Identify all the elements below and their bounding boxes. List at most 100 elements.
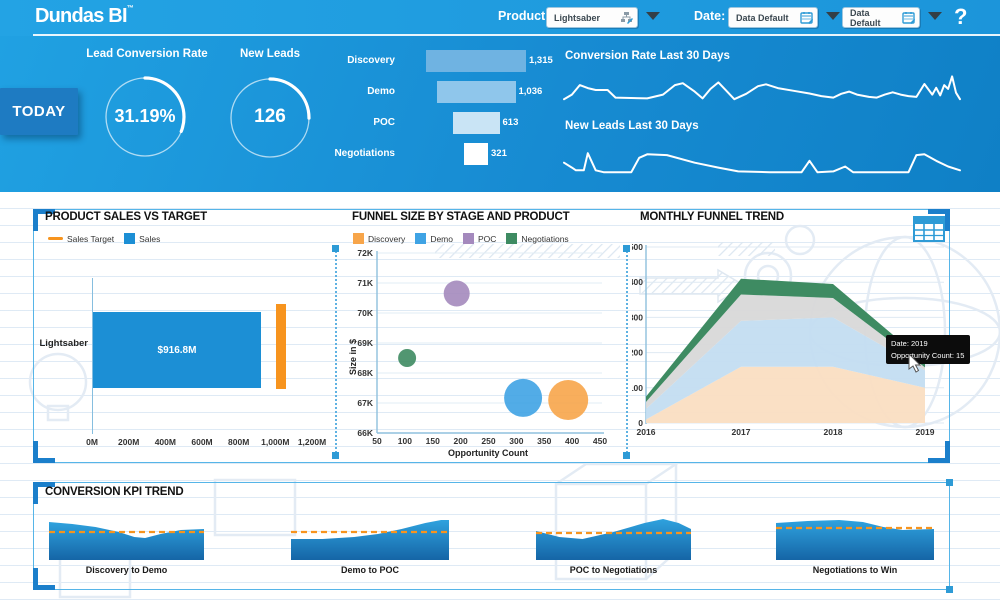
funnel-stage-bar[interactable] — [437, 81, 516, 103]
y-tick-label: 200 — [632, 348, 643, 358]
kpi-mini-chart-4[interactable] — [775, 513, 935, 565]
panel-resize-handle[interactable] — [946, 586, 953, 593]
calendar-icon — [800, 11, 813, 24]
sparkline-new-leads[interactable] — [563, 134, 963, 180]
tooltip-date: Date: 2019 — [891, 338, 965, 350]
sparkline-path — [564, 153, 960, 172]
x-tick-label: 100 — [398, 436, 412, 446]
help-button[interactable]: ? — [954, 4, 967, 30]
top-bar: Dundas BI™ Product: Lightsaber Date: Dat… — [0, 0, 1000, 36]
divider-handle[interactable] — [332, 245, 339, 252]
legend-label: Sales — [139, 234, 160, 244]
x-tick-label: 150 — [426, 436, 440, 446]
funnel-stage-bar[interactable] — [453, 112, 500, 134]
x-tick-label: 50 — [372, 436, 382, 446]
lead-funnel: Discovery1,315Demo1,036POC613Negotiation… — [330, 50, 580, 174]
date-dropdown-2[interactable]: Data Default — [842, 7, 920, 28]
legend-swatch — [48, 237, 63, 240]
legend-swatch — [353, 233, 364, 244]
legend-item-sales-target[interactable]: Sales Target — [48, 234, 114, 244]
funnel-stage-value: 1,315 — [529, 50, 553, 72]
date-dropdown-1[interactable]: Data Default — [728, 7, 818, 28]
funnel-stage-label: Demo — [330, 81, 395, 103]
legend-item-poc[interactable]: POC — [463, 233, 496, 244]
today-button[interactable]: TODAY — [0, 88, 78, 135]
sparkline-path — [564, 76, 960, 99]
x-axis-title: Opportunity Count — [448, 448, 528, 458]
x-tick-label: 2018 — [824, 427, 843, 437]
legend-label: Discovery — [368, 234, 405, 244]
category-label: Lightsaber — [39, 338, 88, 349]
x-tick-label: 200 — [454, 436, 468, 446]
sales-target-bar[interactable] — [276, 304, 286, 389]
x-tick-label: 400 — [565, 436, 579, 446]
sparkline-title-leads: New Leads Last 30 Days — [565, 120, 699, 132]
chart-divider-line — [626, 248, 628, 456]
hero-banner: TODAY Lead Conversion Rate 31.19% New Le… — [0, 36, 1000, 192]
kpi-mini-chart-2[interactable] — [290, 513, 450, 565]
x-tick-label: 1,200M — [289, 437, 335, 447]
funnel-row: POC613 — [330, 112, 580, 134]
kpi-trend-title: CONVERSION KPI TREND — [45, 486, 184, 498]
kpi-mini-chart-1[interactable] — [48, 513, 205, 565]
funnel-bubble-chart[interactable]: 66K67K68K69K70K71K72K5010015020025030035… — [348, 247, 624, 459]
kpi-area — [49, 522, 204, 560]
funnel-stage-bar[interactable] — [464, 143, 488, 165]
x-tick-label: 450 — [593, 436, 607, 446]
legend-item-negotiations[interactable]: Negotiations — [506, 233, 568, 244]
funnel-stage-label: POC — [330, 112, 395, 134]
sales-chart-title: PRODUCT SALES VS TARGET — [45, 211, 207, 223]
legend-label: Sales Target — [67, 234, 114, 244]
kpi-area — [776, 520, 934, 560]
kpi-mini-label: Negotiations to Win — [775, 565, 935, 575]
legend-label: POC — [478, 234, 496, 244]
tooltip-count: Opportunity Count: 15 — [891, 350, 965, 362]
funnel-row: Negotiations321 — [330, 143, 580, 165]
kpi-area — [536, 519, 691, 560]
y-tick-label: 67K — [357, 398, 373, 408]
date-dropdown-1-arrow[interactable] — [826, 12, 840, 20]
legend-item-discovery[interactable]: Discovery — [353, 233, 405, 244]
sales-chart-legend: Sales Target Sales — [48, 233, 160, 244]
bubble-chart-legend: Discovery Demo POC Negotiations — [353, 233, 569, 244]
kpi-area — [291, 520, 449, 560]
divider-handle[interactable] — [623, 245, 630, 252]
x-tick-label: 2019 — [916, 427, 935, 437]
x-tick-label: 250 — [481, 436, 495, 446]
gauge-new-leads[interactable]: 126 — [228, 76, 312, 165]
legend-label: Demo — [430, 234, 453, 244]
bubble-negotiations[interactable] — [398, 349, 416, 367]
sparkline-conversion-rate[interactable] — [563, 64, 963, 110]
funnel-stage-bar[interactable] — [426, 50, 526, 72]
panel-resize-handle[interactable] — [946, 479, 953, 486]
product-dropdown-arrow[interactable] — [646, 12, 660, 20]
y-tick-label: 300 — [632, 312, 643, 322]
y-tick-label: 69K — [357, 338, 373, 348]
funnel-row: Demo1,036 — [330, 81, 580, 103]
divider-handle[interactable] — [623, 452, 630, 459]
bubble-poc[interactable] — [444, 281, 470, 307]
kpi-mini-chart-3[interactable] — [535, 513, 692, 565]
legend-item-sales[interactable]: Sales — [124, 233, 160, 244]
gauge-value-conversion: 31.19% — [103, 106, 187, 127]
legend-swatch — [124, 233, 135, 244]
gauge-conversion-rate[interactable]: 31.19% — [103, 75, 187, 164]
date-dropdown-1-value: Data Default — [736, 13, 800, 23]
date-dropdown-2-arrow[interactable] — [928, 12, 942, 20]
bubble-discovery[interactable] — [548, 380, 588, 420]
bubble-demo[interactable] — [504, 379, 542, 417]
calendar-icon — [902, 11, 915, 24]
hierarchy-icon — [620, 11, 633, 24]
legend-item-demo[interactable]: Demo — [415, 233, 453, 244]
date-label: Date: — [694, 9, 725, 23]
x-tick-label: 2016 — [637, 427, 656, 437]
kpi-mini-label: POC to Negotiations — [535, 565, 692, 575]
dundas-bi-logo: Dundas BI™ — [35, 5, 133, 28]
monthly-trend-title: MONTHLY FUNNEL TREND — [640, 211, 784, 223]
funnel-stage-value: 321 — [491, 143, 507, 165]
dashboard: Dundas BI™ Product: Lightsaber Date: Dat… — [0, 0, 1000, 601]
chart-tooltip: Date: 2019 Opportunity Count: 15 — [886, 335, 970, 364]
legend-label: Negotiations — [521, 234, 568, 244]
product-dropdown[interactable]: Lightsaber — [546, 7, 638, 28]
sales-bar[interactable]: $916.8M — [93, 312, 261, 388]
